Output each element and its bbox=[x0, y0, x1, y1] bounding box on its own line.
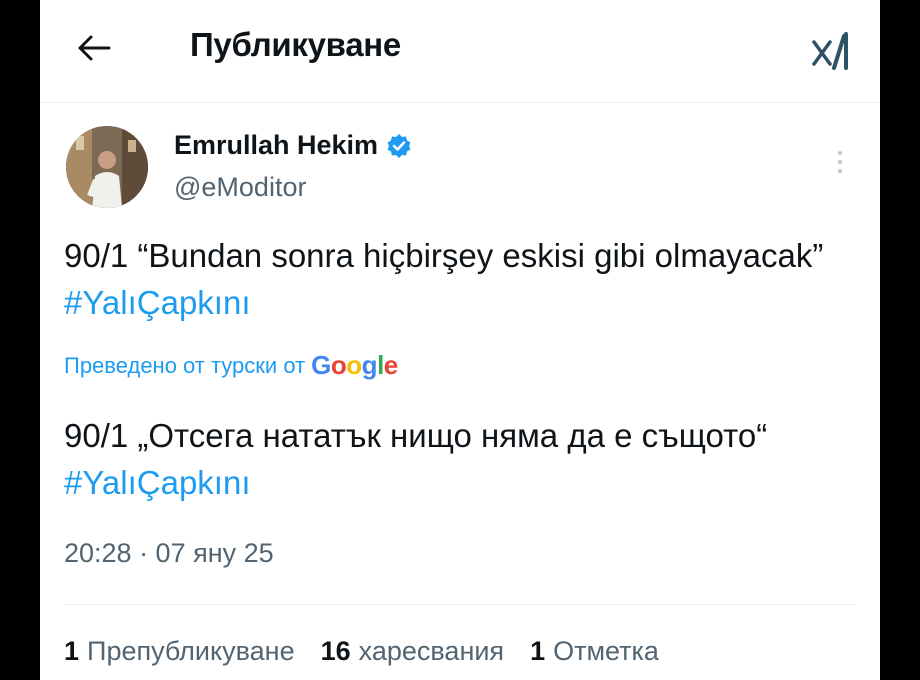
reposts-label: Препубликуване bbox=[87, 636, 295, 666]
arrow-left-icon bbox=[78, 35, 111, 61]
engagement-stats: 1 Препубликуване 16 харесвания 1 Отметка bbox=[64, 636, 659, 667]
author-name-row[interactable]: Emrullah Hekim bbox=[174, 130, 412, 161]
more-dot-icon bbox=[838, 151, 842, 155]
author-name: Emrullah Hekim bbox=[174, 130, 379, 160]
avatar-photo bbox=[66, 126, 148, 208]
more-options-button[interactable] bbox=[830, 142, 850, 182]
tweet-text-body: 90/1 “Bundan sonra hiçbirşey eskisi gibi… bbox=[64, 237, 824, 274]
x-logo-icon[interactable] bbox=[808, 30, 856, 72]
verified-badge-icon bbox=[387, 133, 411, 158]
timestamp[interactable]: 20:28 · 07 яну 25 bbox=[64, 538, 274, 569]
likes-stat[interactable]: 16 харесвания bbox=[321, 636, 504, 667]
bookmarks-count: 1 bbox=[530, 636, 546, 666]
reposts-stat[interactable]: 1 Препубликуване bbox=[64, 636, 295, 667]
top-bar: Публикуване bbox=[40, 0, 880, 103]
translation-label: Преведено от турски от bbox=[64, 352, 306, 378]
google-logo: Google bbox=[311, 350, 398, 380]
back-button[interactable] bbox=[70, 24, 118, 72]
translated-hashtag-link[interactable]: #YalıÇapkını bbox=[64, 464, 251, 501]
bookmarks-label: Отметка bbox=[553, 636, 659, 666]
reposts-count: 1 bbox=[64, 636, 80, 666]
bookmarks-stat[interactable]: 1 Отметка bbox=[530, 636, 659, 667]
tweet-text: 90/1 “Bundan sonra hiçbirşey eskisi gibi… bbox=[64, 232, 854, 326]
post-screen: Публикуване Emrullah Hekim @eModitor 90/… bbox=[40, 0, 880, 680]
avatar[interactable] bbox=[66, 126, 148, 208]
more-dot-icon bbox=[838, 169, 842, 173]
divider bbox=[64, 604, 856, 605]
translation-note[interactable]: Преведено от турски от Google bbox=[64, 350, 398, 381]
likes-count: 16 bbox=[320, 636, 351, 666]
likes-label: харесвания bbox=[358, 636, 505, 666]
hashtag-link[interactable]: #YalıÇapkını bbox=[64, 284, 251, 321]
page-title: Публикуване bbox=[190, 26, 401, 63]
translated-text: 90/1 „Отсега нататък нищо няма да е също… bbox=[64, 412, 854, 506]
translated-text-body: 90/1 „Отсега нататък нищо няма да е също… bbox=[64, 417, 768, 454]
author-handle[interactable]: @eModitor bbox=[174, 172, 306, 203]
more-dot-icon bbox=[838, 160, 842, 164]
